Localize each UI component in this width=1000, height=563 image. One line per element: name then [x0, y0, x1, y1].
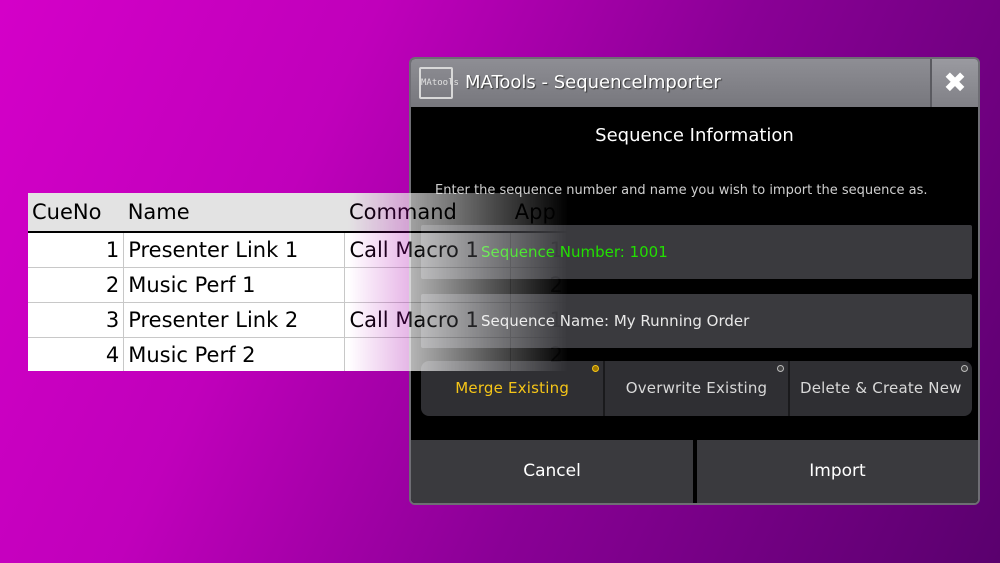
cell-cueno: 4 — [28, 337, 125, 373]
cell-app: 2 — [510, 337, 568, 373]
cancel-button[interactable]: Cancel — [411, 440, 693, 503]
import-button[interactable]: Import — [697, 440, 978, 503]
table-row: 1 Presenter Link 1 Call Macro 1 1 — [28, 232, 568, 268]
cell-name: Music Perf 2 — [123, 337, 346, 373]
table-row: 3 Presenter Link 2 Call Macro 1 1 — [28, 302, 568, 338]
table-row: 2 Music Perf 1 2 — [28, 267, 568, 303]
delete-create-new-option[interactable]: Delete & Create New — [790, 361, 972, 416]
cell-name: Presenter Link 2 — [123, 302, 346, 338]
cell-command: Call Macro 1 — [344, 302, 512, 338]
cell-cueno: 3 — [28, 302, 125, 338]
title-bar[interactable]: MAtools MATools - SequenceImporter ✖ — [411, 59, 978, 107]
table-row: 4 Music Perf 2 2 — [28, 337, 568, 373]
cell-command — [344, 267, 512, 303]
radio-indicator-icon — [960, 365, 968, 372]
close-button[interactable]: ✖ — [930, 59, 978, 107]
cell-app: 1 — [510, 232, 568, 268]
column-header-command: Command — [344, 193, 511, 233]
overwrite-existing-option[interactable]: Overwrite Existing — [605, 361, 790, 416]
column-header-cueno: CueNo — [28, 193, 124, 233]
table-header-row: CueNo Name Command App — [28, 193, 568, 233]
cell-cueno: 1 — [28, 232, 125, 268]
column-header-name: Name — [123, 193, 345, 233]
cell-command: Call Macro 1 — [344, 232, 512, 268]
cell-name: Music Perf 1 — [123, 267, 346, 303]
cue-table: CueNo Name Command App 1 Presenter Link … — [28, 193, 568, 373]
column-header-app: App — [510, 193, 568, 233]
cell-app: 2 — [510, 267, 568, 303]
radio-indicator-icon — [776, 365, 784, 372]
matools-logo-icon: MAtools — [419, 67, 459, 99]
radio-indicator-icon — [592, 365, 600, 372]
spreadsheet-overlay: CueNo Name Command App 1 Presenter Link … — [28, 193, 568, 373]
dialog-title: MATools - SequenceImporter — [465, 72, 721, 93]
cell-app: 1 — [510, 302, 568, 338]
cell-cueno: 2 — [28, 267, 125, 303]
section-heading: Sequence Information — [595, 125, 794, 146]
cell-name: Presenter Link 1 — [123, 232, 346, 268]
cell-command — [344, 337, 512, 373]
